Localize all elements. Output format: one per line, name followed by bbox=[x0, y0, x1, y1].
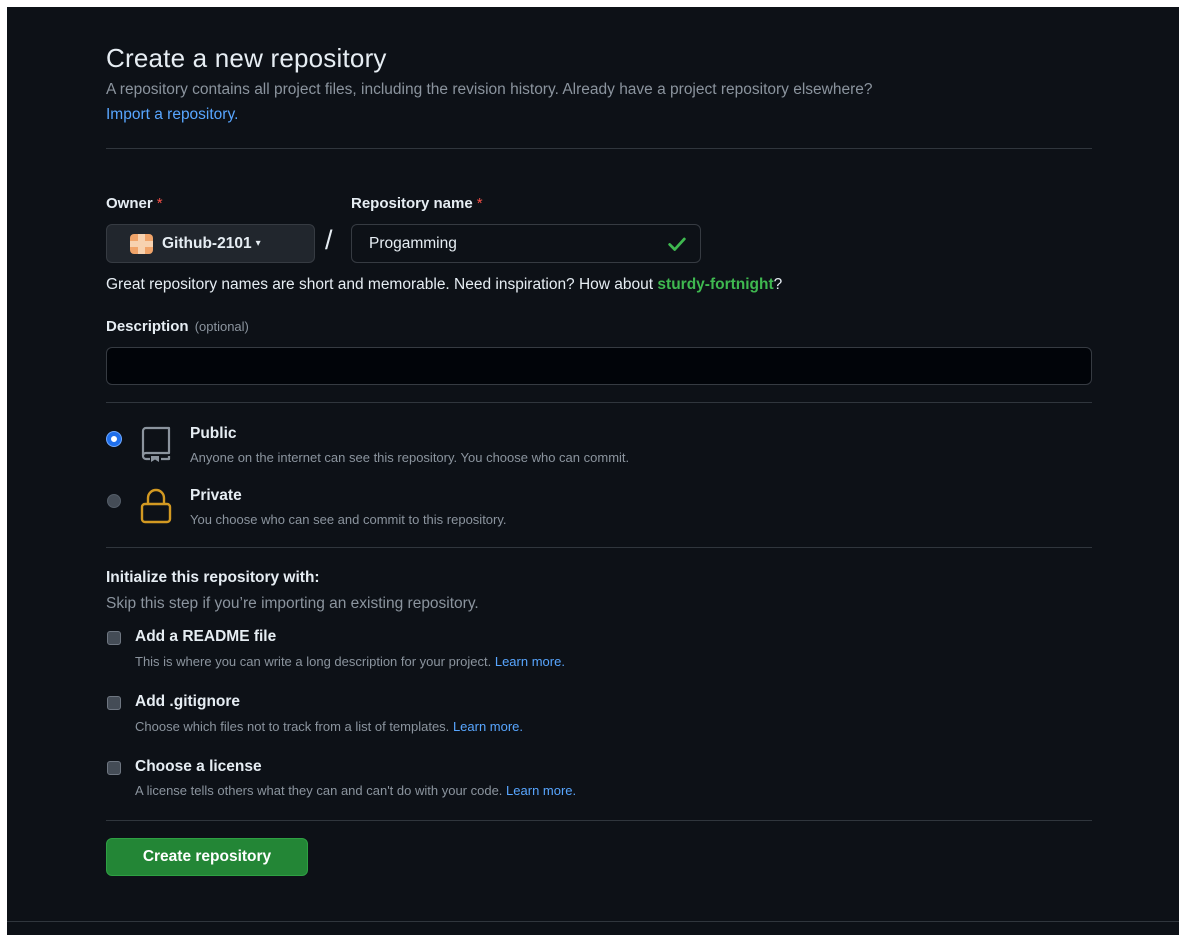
readme-checkbox[interactable] bbox=[107, 631, 121, 645]
gitignore-option-description: Choose which files not to track from a l… bbox=[135, 719, 523, 734]
description-label-text: Description bbox=[106, 318, 189, 335]
repo-name-value[interactable]: Progamming bbox=[369, 235, 666, 253]
gitignore-checkbox[interactable] bbox=[107, 696, 121, 710]
page-subtitle: A repository contains all project files,… bbox=[106, 81, 873, 98]
hint-suffix: ? bbox=[773, 276, 783, 293]
import-repository-link[interactable]: Import a repository. bbox=[106, 106, 238, 124]
repo-name-input[interactable]: Progamming bbox=[351, 224, 701, 263]
gitignore-description-text: Choose which files not to track from a l… bbox=[135, 719, 450, 734]
initialize-title: Initialize this repository with: bbox=[106, 569, 320, 586]
create-repository-button[interactable]: Create repository bbox=[106, 838, 308, 876]
readme-description-text: This is where you can write a long descr… bbox=[135, 654, 492, 669]
license-checkbox[interactable] bbox=[107, 761, 121, 775]
description-input[interactable] bbox=[106, 347, 1092, 385]
license-learn-more-link[interactable]: Learn more. bbox=[506, 783, 576, 798]
initialize-subtitle: Skip this step if you’re importing an ex… bbox=[106, 595, 479, 612]
optional-tag: (optional) bbox=[194, 319, 249, 334]
gitignore-option-title: Add .gitignore bbox=[135, 693, 241, 710]
owner-label-text: Owner bbox=[106, 195, 153, 212]
owner-repo-separator: / bbox=[325, 225, 333, 255]
private-option-title: Private bbox=[190, 487, 242, 504]
public-option-title: Public bbox=[190, 425, 237, 442]
public-radio[interactable] bbox=[107, 432, 121, 446]
hint-text: Great repository names are short and mem… bbox=[106, 276, 658, 293]
license-option-description: A license tells others what they can and… bbox=[135, 783, 576, 798]
public-option-description: Anyone on the internet can see this repo… bbox=[190, 450, 630, 465]
owner-required-mark: * bbox=[156, 195, 163, 212]
footer-divider bbox=[7, 921, 1179, 922]
license-description-text: A license tells others what they can and… bbox=[135, 783, 503, 798]
check-icon bbox=[668, 237, 686, 251]
repo-icon bbox=[141, 426, 171, 462]
private-option-description: You choose who can see and commit to thi… bbox=[190, 512, 507, 527]
lock-icon bbox=[140, 488, 172, 524]
repo-name-label: Repository name * bbox=[351, 195, 483, 212]
readme-option-description: This is where you can write a long descr… bbox=[135, 654, 565, 669]
divider bbox=[106, 820, 1092, 821]
description-label: Description (optional) bbox=[106, 318, 249, 335]
repo-name-required-mark: * bbox=[476, 195, 483, 212]
readme-learn-more-link[interactable]: Learn more. bbox=[495, 654, 565, 669]
owner-dropdown[interactable]: Github-2101 ▾ bbox=[106, 224, 315, 263]
repo-name-hint: Great repository names are short and mem… bbox=[106, 276, 782, 294]
page-title: Create a new repository bbox=[106, 43, 387, 73]
private-radio[interactable] bbox=[107, 494, 121, 508]
divider bbox=[106, 547, 1092, 548]
gitignore-learn-more-link[interactable]: Learn more. bbox=[453, 719, 523, 734]
readme-option-title: Add a README file bbox=[135, 628, 277, 645]
page-frame: Create a new repository A repository con… bbox=[7, 7, 1179, 935]
owner-label: Owner * bbox=[106, 195, 163, 212]
name-suggestion-link[interactable]: sturdy-fortnight bbox=[657, 276, 773, 293]
owner-name: Github-2101 bbox=[162, 234, 252, 252]
divider bbox=[106, 402, 1092, 403]
chevron-down-icon: ▾ bbox=[255, 238, 261, 249]
license-option-title: Choose a license bbox=[135, 758, 262, 775]
repo-name-label-text: Repository name bbox=[351, 195, 473, 212]
avatar bbox=[130, 233, 153, 254]
divider bbox=[106, 148, 1092, 149]
